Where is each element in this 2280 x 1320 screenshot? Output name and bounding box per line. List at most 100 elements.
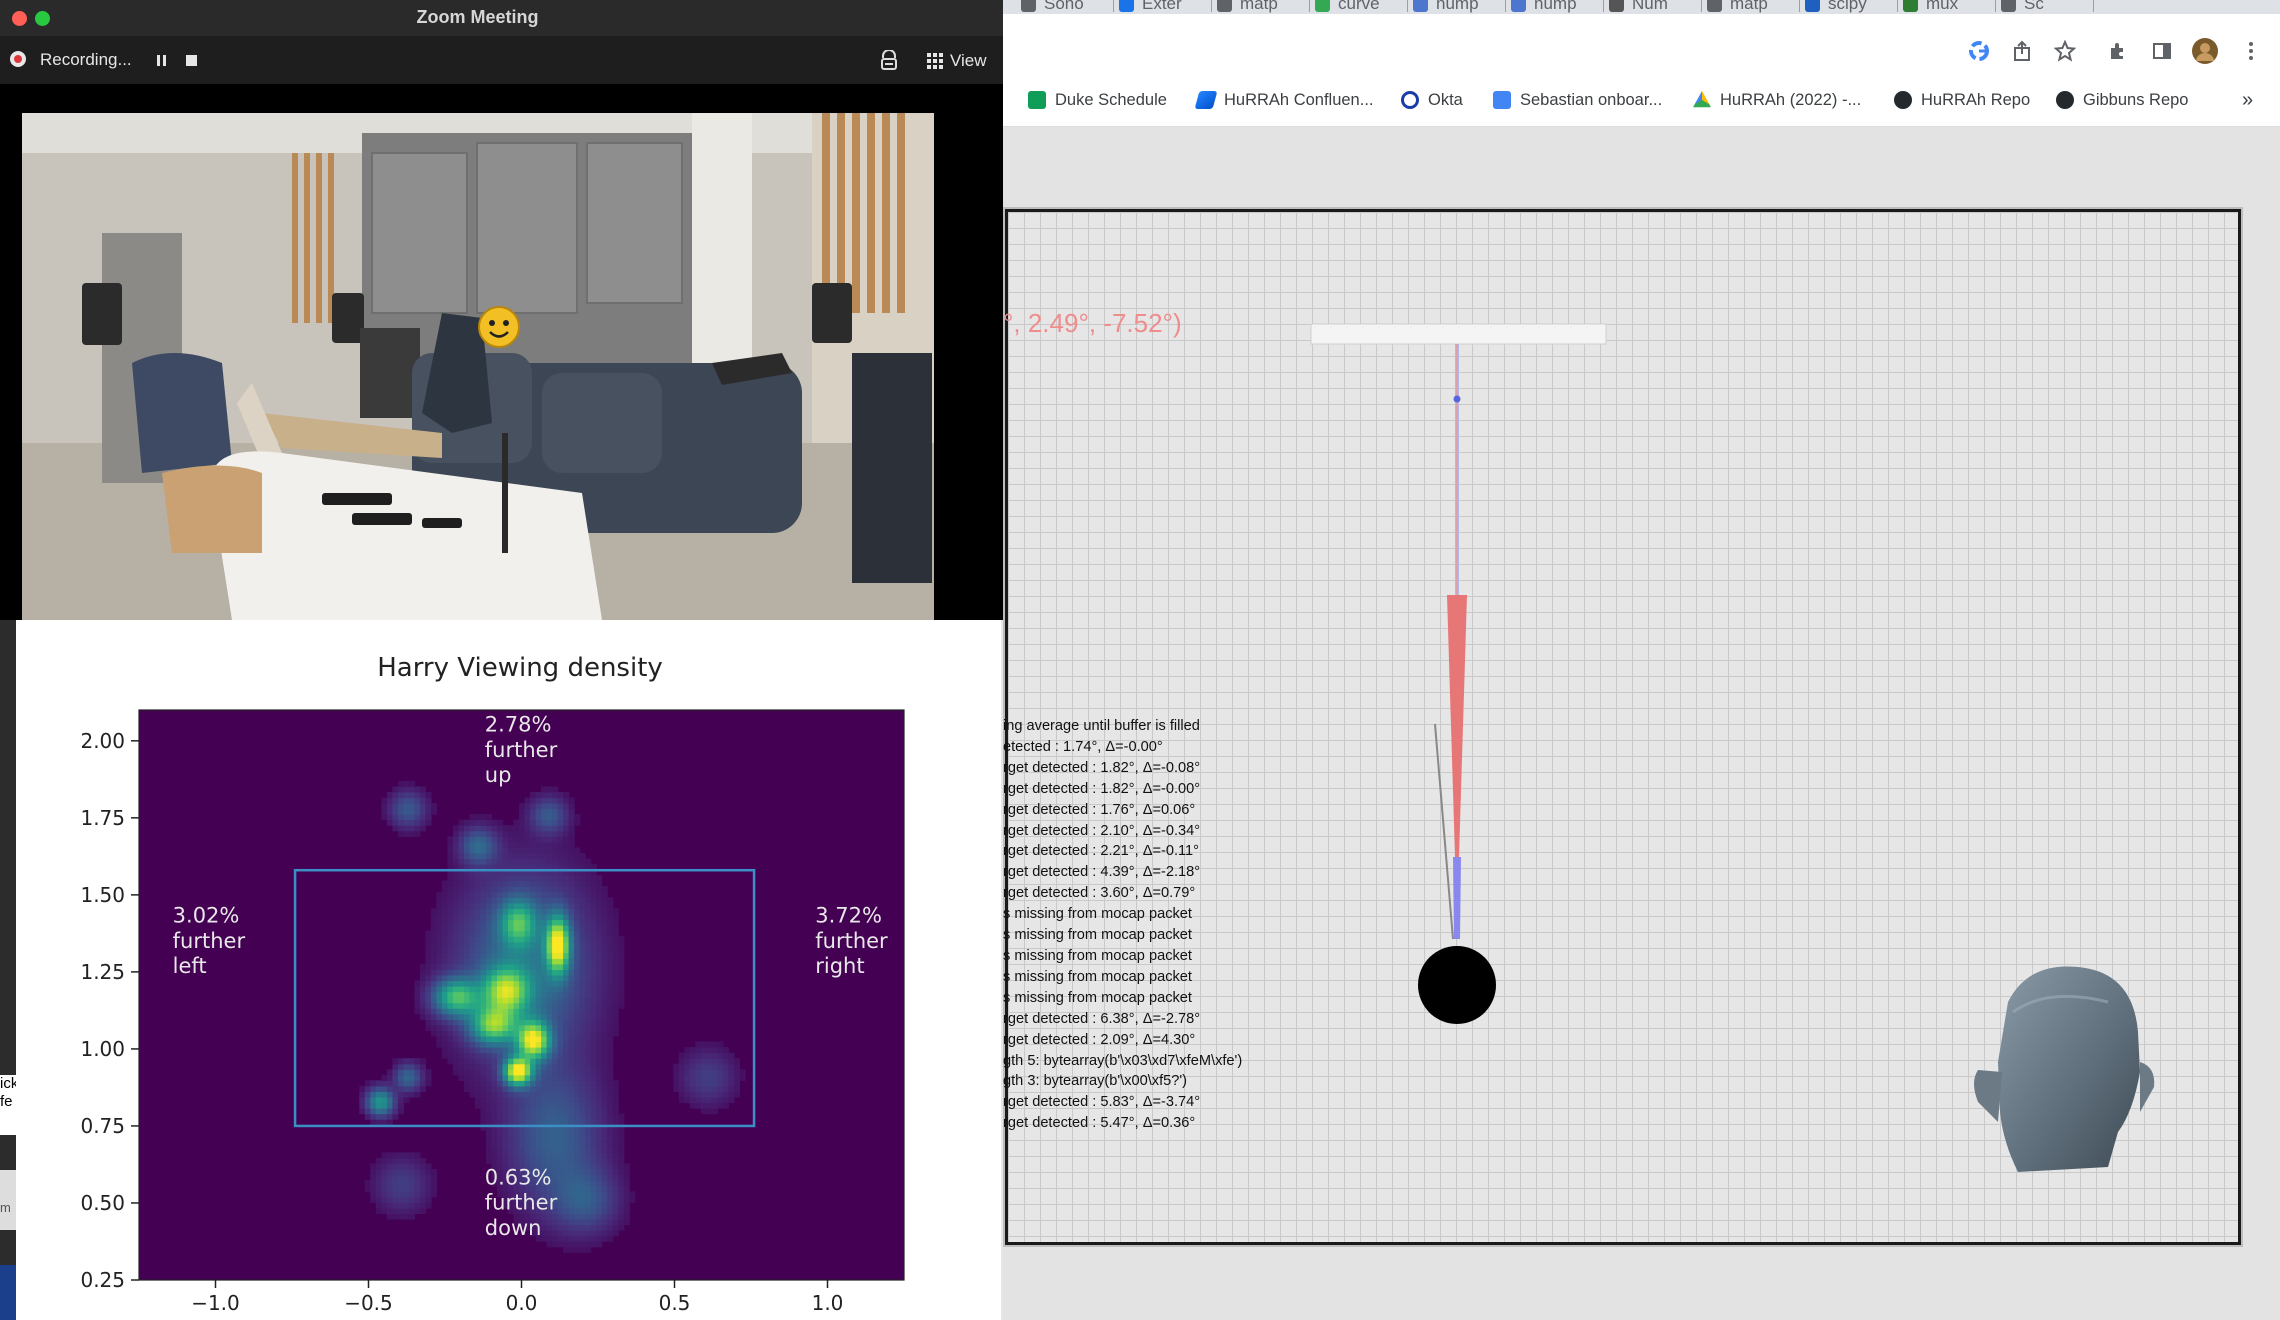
heatmap-cell: [552, 1058, 559, 1065]
view-menu-button[interactable]: View: [927, 51, 987, 71]
heatmap-cell: [464, 963, 471, 970]
browser-tab[interactable]: Sono: [1021, 0, 1107, 14]
bookmark-okta[interactable]: Okta: [1401, 80, 1463, 120]
heatmap-cell: [541, 1047, 548, 1054]
browser-tab[interactable]: Exter: [1119, 0, 1205, 14]
browser-tab[interactable]: nump: [1511, 0, 1597, 14]
heatmap-cell: [486, 958, 493, 965]
heatmap-cell: [419, 1008, 426, 1015]
extensions-icon[interactable]: [2103, 36, 2133, 66]
heatmap-cell: [381, 1108, 388, 1115]
heatmap-cell: [563, 1196, 570, 1203]
heatmap-cell: [502, 969, 509, 976]
heatmap-cell: [535, 1152, 542, 1159]
heatmap-cell: [535, 980, 542, 987]
heatmap-cell: [557, 1113, 564, 1120]
bookmark-gibbuns-repo[interactable]: Gibbuns Repo: [2056, 80, 2189, 120]
profile-avatar[interactable]: [2190, 36, 2220, 66]
pause-recording-button[interactable]: [156, 55, 168, 67]
heatmap-cell: [508, 1119, 515, 1126]
heatmap-cell: [590, 880, 597, 887]
heatmap-cell: [618, 1135, 625, 1142]
heatmap-cell: [464, 908, 471, 915]
heatmap-cell: [441, 902, 448, 909]
heatmap-cell: [425, 963, 432, 970]
heatmap-cell: [441, 941, 448, 948]
heatmap-cell: [513, 1052, 520, 1059]
bookmark-star-icon[interactable]: [2050, 36, 2080, 66]
bookmark-hurrah-repo[interactable]: HuRRAh Repo: [1894, 80, 2030, 120]
heatmap-cell: [711, 1052, 718, 1059]
heatmap-cell: [419, 808, 426, 815]
heatmap-cell: [530, 825, 537, 832]
heatmap-cell: [689, 1091, 696, 1098]
browser-tab[interactable]: matp: [1217, 0, 1303, 14]
heatmap-cell: [541, 914, 548, 921]
browser-tab[interactable]: mux: [1903, 0, 1989, 14]
heatmap-cell: [541, 1008, 548, 1015]
head-model[interactable]: [1968, 962, 2158, 1177]
heatmap-cell: [530, 958, 537, 965]
heatmap-cell: [535, 841, 542, 848]
heatmap-cell: [414, 1185, 421, 1192]
stop-recording-button[interactable]: [186, 55, 197, 66]
heatmap-cell: [612, 1130, 619, 1137]
heatmap-cell: [447, 986, 454, 993]
heatmap-cell: [386, 1207, 393, 1214]
participant-video[interactable]: [22, 113, 934, 620]
browser-tab[interactable]: nump: [1413, 0, 1499, 14]
heatmap-cell: [568, 1108, 575, 1115]
heatmap-cell: [568, 997, 575, 1004]
bookmark-duke-schedule[interactable]: Duke Schedule: [1028, 80, 1167, 120]
heatmap-cell: [590, 1052, 597, 1059]
heatmap-cell: [530, 858, 537, 865]
heatmap-cell: [618, 975, 625, 982]
bookmarks-overflow-button[interactable]: »: [2242, 80, 2253, 120]
heatmap-cell: [392, 1202, 399, 1209]
heatmap-cell: [557, 875, 564, 882]
browser-tab[interactable]: scipy: [1805, 0, 1891, 14]
browser-tab[interactable]: Sc: [2001, 0, 2087, 14]
heatmap-cell: [563, 1030, 570, 1037]
heatmap-cell: [579, 1041, 586, 1048]
heatmap-cell: [585, 1085, 592, 1092]
browser-tab[interactable]: curve: [1315, 0, 1401, 14]
heatmap-cell: [458, 1030, 465, 1037]
heatmap-cell: [491, 1158, 498, 1165]
heatmap-cell: [486, 875, 493, 882]
heatmap-cell: [535, 847, 542, 854]
heatmap-cell: [497, 925, 504, 932]
heatmap-cell: [623, 1219, 630, 1226]
browser-tab[interactable]: Num: [1609, 0, 1695, 14]
bookmark-sebastian-onboarding[interactable]: Sebastian onboar...: [1493, 80, 1662, 120]
heatmap-cell: [502, 1069, 509, 1076]
heatmap-cell: [491, 963, 498, 970]
more-menu-icon[interactable]: [2236, 36, 2266, 66]
heatmap-cell: [579, 902, 586, 909]
share-icon[interactable]: [2007, 36, 2037, 66]
heatmap-cell: [497, 1008, 504, 1015]
heatmap-cell: [574, 908, 581, 915]
google-icon[interactable]: [1964, 36, 1994, 66]
heatmap-cell: [392, 1196, 399, 1203]
bookmark-hurrah-2022[interactable]: HuRRAh (2022) -...: [1693, 80, 1861, 120]
heatmap-cell: [381, 1163, 388, 1170]
heatmap-cell: [392, 1207, 399, 1214]
heatmap-cell: [596, 1219, 603, 1226]
browser-tab[interactable]: matp: [1707, 0, 1793, 14]
heatmap-cell: [441, 975, 448, 982]
heatmap-cell: [557, 1224, 564, 1231]
heatmap-cell: [607, 1185, 614, 1192]
side-panel-icon[interactable]: [2147, 36, 2177, 66]
heatmap-cell: [508, 991, 515, 998]
heatmap-cell: [568, 1102, 575, 1109]
heatmap-cell: [447, 847, 454, 854]
heatmap-cell: [491, 1074, 498, 1081]
heatmap-cell: [579, 969, 586, 976]
heatmap-cell: [519, 1135, 526, 1142]
security-icon[interactable]: [880, 49, 898, 70]
heatmap-cell: [381, 1185, 388, 1192]
bookmark-hurrah-confluence[interactable]: HuRRAh Confluen...: [1194, 80, 1374, 120]
heatmap-cell: [530, 1008, 537, 1015]
heatmap-cell: [469, 847, 476, 854]
